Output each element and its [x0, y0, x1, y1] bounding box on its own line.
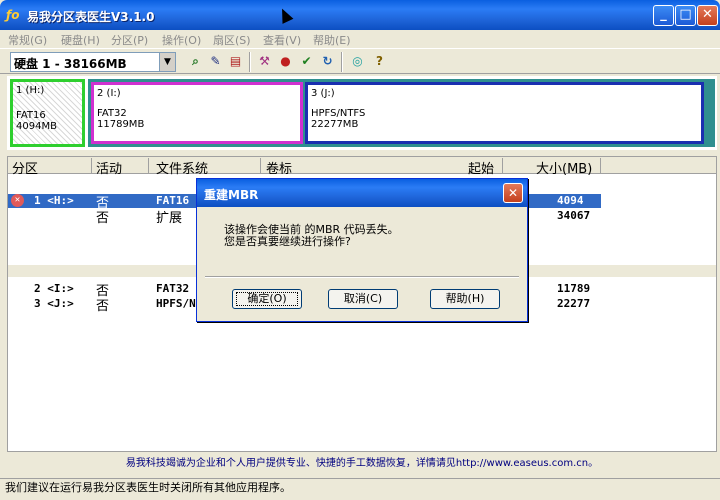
column-header-filesystem[interactable]: 文件系统	[156, 158, 208, 177]
dialog-message: 该操作会使当前 的MBR 代码丢失。 您是否真要继续进行操作?	[224, 224, 399, 248]
cell-active: 否	[96, 211, 110, 226]
refresh-icon[interactable]: ↻	[319, 53, 336, 70]
cell-partition: 2 <I:>	[34, 282, 74, 295]
dialog-title-bar[interactable]: 重建MBR ✕	[197, 179, 527, 207]
app-icon: ƒo	[6, 8, 20, 22]
partition-label: 1 (H:)	[16, 85, 45, 96]
extended-partition: 2 (I:) FAT32 11789MB 3 (J:) HPFS/NTFS 22…	[88, 79, 715, 147]
disk-selector[interactable]: 硬盘 1 - 38166MB ▼	[10, 52, 176, 72]
cell-filesystem: FAT16	[156, 194, 190, 207]
partition-size: 4094MB	[16, 121, 57, 132]
cell-size: 22277	[557, 297, 591, 310]
toolbar: 硬盘 1 - 38166MB ▼ ⌕ ✎ ▤ ⚒ ● ✔ ↻ ◎ ?	[0, 48, 720, 74]
partition-label: 3 (J:)	[311, 88, 335, 99]
menu-general[interactable]: 常规(G)	[8, 32, 47, 48]
ok-button[interactable]: 确定(O)	[232, 289, 302, 309]
partition-block-i[interactable]: 2 (I:) FAT32 11789MB	[91, 82, 303, 144]
globe-icon[interactable]: ◎	[349, 53, 366, 70]
cancel-button-label: 取消(C)	[343, 292, 383, 305]
toolbar-separator	[341, 52, 343, 72]
dialog-message-line2: 您是否真要继续进行操作?	[224, 235, 351, 248]
minimize-button[interactable]: _	[653, 5, 674, 26]
chevron-down-icon[interactable]: ▼	[159, 53, 175, 71]
partition-map: 1 (H:) FAT16 4094MB 2 (I:) FAT32 11789MB…	[7, 76, 717, 150]
column-header-size[interactable]: 大小(MB)	[536, 158, 592, 177]
menu-view[interactable]: 查看(V)	[263, 32, 301, 48]
focus-outline	[236, 292, 298, 306]
help-button-label: 帮助(H)	[445, 292, 485, 305]
rebuild-icon[interactable]: ▤	[227, 53, 244, 70]
column-divider	[260, 158, 261, 173]
cell-partition: 3 <J:>	[34, 297, 74, 310]
cancel-button[interactable]: 取消(C)	[328, 289, 398, 309]
window-title: 易我分区表医生V3.1.0	[27, 10, 155, 24]
status-bar: 我们建议在运行易我分区表医生时关闭所有其他应用程序。	[0, 478, 720, 500]
column-header-label[interactable]: 卷标	[266, 158, 292, 177]
partition-fs: HPFS/NTFS	[311, 108, 366, 119]
rebuild-mbr-dialog: 重建MBR ✕ 该操作会使当前 的MBR 代码丢失。 您是否真要继续进行操作? …	[196, 178, 528, 322]
menu-operation[interactable]: 操作(O)	[162, 32, 201, 48]
cell-filesystem: HPFS/N	[156, 297, 196, 310]
column-header-start[interactable]: 起始	[468, 158, 494, 177]
column-divider	[600, 158, 601, 173]
table-header: 分区 活动 文件系统 卷标 起始 大小(MB)	[8, 157, 716, 177]
promo-notice: 易我科技竭诚为企业和个人用户提供专业、快捷的手工数据恢复，详情请见http://…	[7, 454, 717, 474]
partition-block-j[interactable]: 3 (J:) HPFS/NTFS 22277MB	[305, 82, 704, 144]
dialog-close-button[interactable]: ✕	[503, 183, 523, 203]
cell-size: 11789	[557, 282, 591, 295]
cell-filesystem: 扩展	[156, 211, 183, 226]
partition-block-h[interactable]: 1 (H:) FAT16 4094MB	[10, 79, 85, 147]
disk-selector-value: 硬盘 1 - 38166MB	[14, 57, 127, 71]
dialog-title: 重建MBR	[204, 188, 259, 202]
menu-partition[interactable]: 分区(P)	[111, 32, 148, 48]
partition-label: 2 (I:)	[97, 88, 121, 99]
maximize-button[interactable]: □	[675, 5, 696, 26]
help-button[interactable]: 帮助(H)	[430, 289, 500, 309]
cell-size: 34067	[557, 209, 591, 222]
partition-fs: FAT32	[97, 108, 127, 119]
menu-help[interactable]: 帮助(E)	[313, 32, 351, 48]
partition-size: 22277MB	[311, 119, 359, 130]
partition-fs: FAT16	[16, 110, 46, 121]
dialog-divider	[205, 276, 519, 278]
menu-bar: 常规(G) 硬盘(H) 分区(P) 操作(O) 扇区(S) 查看(V) 帮助(E…	[0, 30, 720, 48]
cell-size: 4094	[557, 194, 584, 207]
help-icon[interactable]: ?	[371, 53, 388, 70]
edit-icon[interactable]: ✎	[207, 53, 224, 70]
error-icon: ✕	[11, 194, 24, 207]
cell-partition: 1 <H:>	[34, 194, 74, 207]
partition-size: 11789MB	[97, 119, 145, 130]
cell-active: 否	[96, 299, 110, 314]
toolbar-separator	[249, 52, 251, 72]
find-icon[interactable]: ●	[277, 53, 294, 70]
tools-icon[interactable]: ⚒	[256, 53, 273, 70]
column-header-active[interactable]: 活动	[96, 158, 122, 177]
close-button[interactable]: ✕	[697, 5, 718, 26]
column-divider	[91, 158, 92, 173]
main-window: ƒo 易我分区表医生V3.1.0 _ □ ✕ 常规(G) 硬盘(H) 分区(P)…	[0, 0, 720, 500]
search-icon[interactable]: ⌕	[187, 53, 204, 70]
check-icon[interactable]: ✔	[298, 53, 315, 70]
column-divider	[502, 158, 503, 173]
cell-filesystem: FAT32	[156, 282, 190, 295]
column-header-partition[interactable]: 分区	[12, 158, 38, 177]
column-divider	[148, 158, 149, 173]
menu-disk[interactable]: 硬盘(H)	[61, 32, 100, 48]
title-bar[interactable]: ƒo 易我分区表医生V3.1.0 _ □ ✕	[0, 0, 720, 30]
menu-sector[interactable]: 扇区(S)	[213, 32, 251, 48]
